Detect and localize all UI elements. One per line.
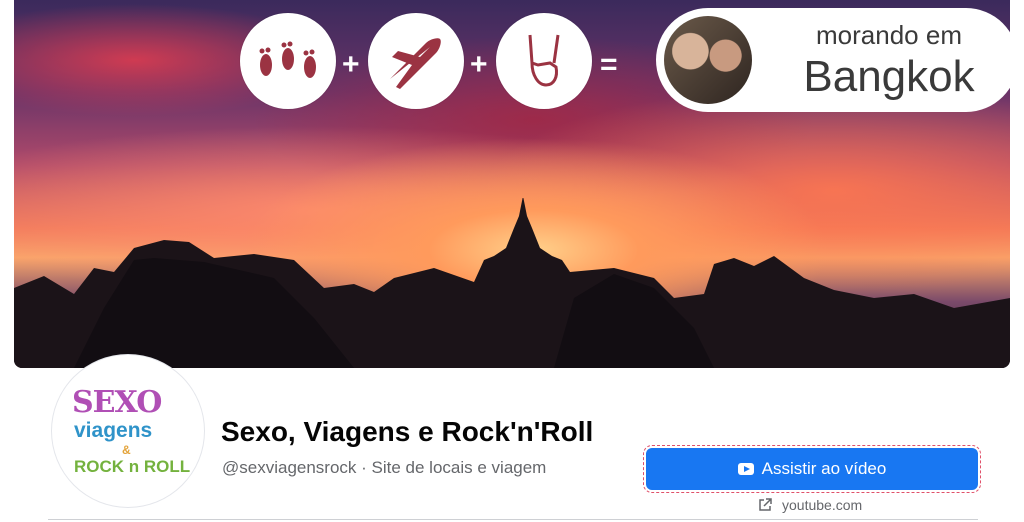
page-logo: SEXO viagens & ROCK n ROLL [56,359,200,503]
title-line2: Bangkok [803,52,975,101]
external-link-icon [759,498,772,511]
external-link-label: youtube.com [782,497,863,513]
plus-sign: + [342,48,360,81]
logo-word-rocknroll: ROCK n ROLL [74,457,191,476]
plus-sign: + [470,48,488,81]
logo-word-sexo: SEXO [72,385,162,420]
title-pill: morando em Bangkok [656,8,1010,112]
page-handle-category: @sexviagensrock · Site de locais e viage… [222,458,547,477]
logo-word-viagens: viagens [74,419,153,442]
external-link[interactable]: youtube.com [758,497,862,513]
section-divider [48,519,978,520]
couple-photo [664,16,752,104]
watch-video-label: Assistir ao vídeo [761,459,887,478]
footprints-icon [240,13,336,109]
temple-skyline [14,198,1010,368]
profile-picture[interactable]: SEXO viagens & ROCK n ROLL [52,355,204,507]
rock-hand-icon [496,13,592,109]
airplane-icon [368,13,464,109]
cover-photo[interactable]: + + = morando em Bangkok [14,0,1010,368]
title-line1: morando em [816,20,962,50]
watch-video-button[interactable]: Assistir ao vídeo [643,445,981,493]
play-icon [737,463,754,475]
equals-sign: = [600,48,618,81]
page-title[interactable]: Sexo, Viagens e Rock'n'Roll [221,416,593,448]
logo-word-and: & [122,443,131,457]
